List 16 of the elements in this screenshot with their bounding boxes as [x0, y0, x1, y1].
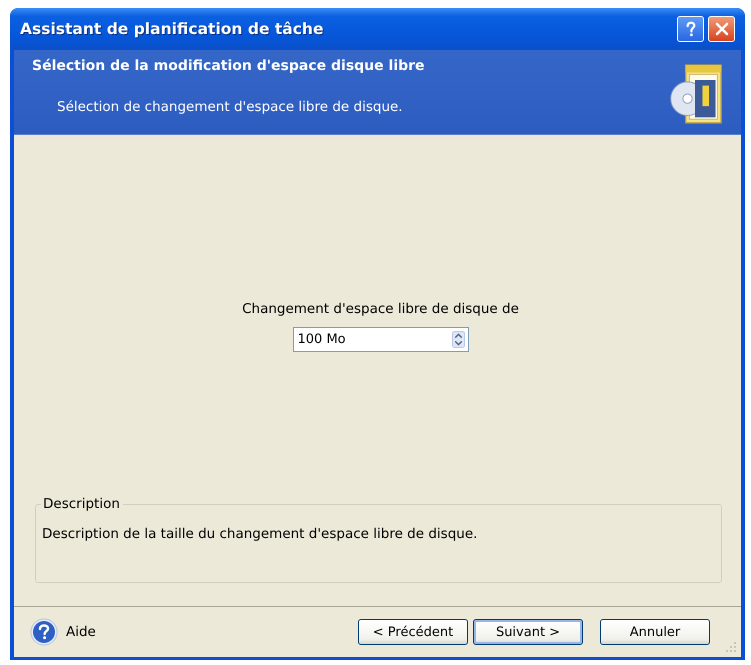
help-button[interactable]: [677, 16, 704, 42]
description-text: Description de la taille du changement d'espace libre de disque.: [42, 526, 478, 542]
help-link[interactable]: Aide: [66, 624, 96, 640]
size-spinbox[interactable]: 100 Mo: [292, 327, 468, 352]
wizard-button[interactable]: < Précédent: [358, 619, 468, 645]
window-title: Assistant de planification de tâche: [20, 20, 324, 38]
help-icon[interactable]: [30, 618, 58, 646]
spin-arrows-icon[interactable]: [452, 331, 464, 348]
page-subtitle: Sélection de changement d'espace libre de disque.: [57, 99, 404, 115]
group-legend: Description: [41, 496, 123, 512]
field-label: Changement d'espace libre de disque de: [242, 301, 519, 317]
page-title: Sélection de la modification d'espace disque libre: [32, 58, 425, 74]
close-button[interactable]: [708, 16, 735, 42]
wizard-button[interactable]: Suivant >: [473, 619, 583, 645]
resize-grip-icon[interactable]: [725, 641, 737, 653]
wizard-button[interactable]: Annuler: [600, 619, 710, 645]
